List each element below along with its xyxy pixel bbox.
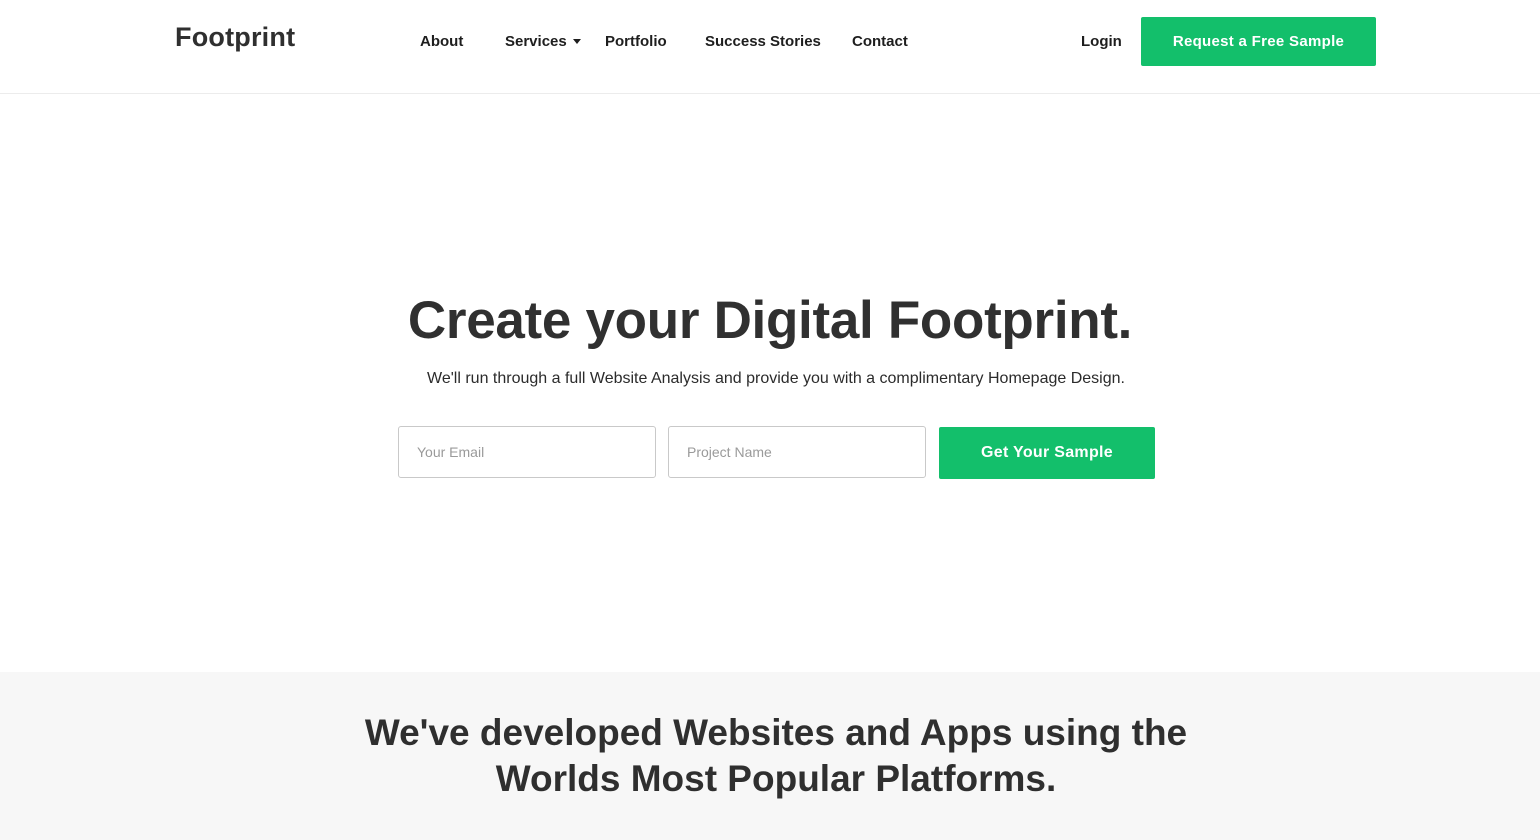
- nav-portfolio[interactable]: Portfolio: [605, 33, 667, 50]
- nav-services[interactable]: Services: [505, 33, 581, 50]
- platforms-title-line-1: We've developed Websites and Apps using …: [364, 712, 1188, 753]
- hero-title: Create your Digital Footprint.: [407, 291, 1133, 350]
- caret-down-icon: [572, 39, 581, 44]
- nav-contact-label: Contact: [852, 33, 908, 50]
- nav-contact[interactable]: Contact: [852, 33, 908, 50]
- nav-success-stories-label: Success Stories: [705, 33, 821, 50]
- site-header: Footprint About Services Portfolio Succe…: [0, 0, 1540, 94]
- logo[interactable]: Footprint: [175, 22, 295, 53]
- platforms-section: We've developed Websites and Apps using …: [0, 672, 1540, 840]
- login-link[interactable]: Login: [1081, 33, 1122, 50]
- nav-portfolio-label: Portfolio: [605, 33, 667, 50]
- nav-success-stories[interactable]: Success Stories: [705, 33, 821, 50]
- nav-services-label: Services: [505, 33, 567, 50]
- platforms-title: We've developed Websites and Apps using …: [0, 710, 1540, 802]
- platforms-title-line-2: Worlds Most Popular Platforms.: [495, 758, 1057, 799]
- nav-about-label: About: [420, 33, 464, 50]
- hero-subtitle: We'll run through a full Website Analysi…: [427, 370, 1125, 387]
- nav-about[interactable]: About: [420, 33, 463, 50]
- request-sample-button[interactable]: Request a Free Sample: [1141, 17, 1376, 66]
- get-sample-button[interactable]: Get Your Sample: [939, 427, 1155, 479]
- project-name-field[interactable]: [668, 426, 926, 478]
- email-field[interactable]: [398, 426, 656, 478]
